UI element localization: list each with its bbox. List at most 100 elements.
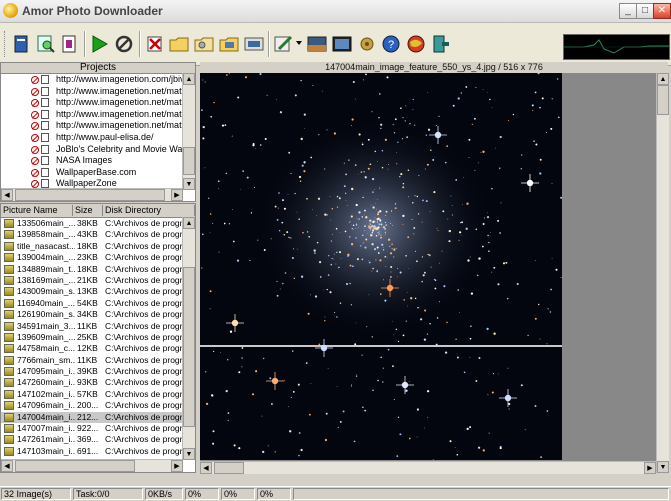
table-row[interactable]: 147261main_i... 369... C:\Archivos de prog… (1, 434, 195, 445)
cell-size: 54KB (77, 297, 98, 308)
table-row[interactable]: 7766main_sm... 11KB C:\Archivos de progr..… (1, 355, 195, 366)
cell-size: 39KB (77, 366, 98, 377)
globe-icon[interactable] (405, 33, 427, 55)
scroll-right-icon[interactable]: ▶ (644, 462, 656, 474)
scroll-thumb[interactable] (15, 189, 165, 201)
table-row[interactable]: 139609main_... 25KB C:\Archivos de progr..… (1, 332, 195, 343)
title-bar: Amor Photo Downloader _ □ ✕ (0, 0, 671, 23)
table-row[interactable]: 147102main_i... 57KB C:\Archivos de progr.… (1, 389, 195, 400)
maximize-button[interactable]: □ (636, 3, 654, 19)
scroll-thumb[interactable] (15, 460, 135, 472)
project-item[interactable]: http://www.imagenetion.com/jbivision (1, 74, 195, 86)
page-icon (41, 121, 49, 131)
scroll-thumb[interactable] (183, 147, 195, 175)
table-row[interactable]: 34591main_3... 11KB C:\Archivos de progr..… (1, 321, 195, 332)
cell-picture-name: 147095main_i... (17, 366, 75, 377)
close-button[interactable]: ✕ (653, 3, 671, 19)
page-icon (41, 167, 49, 177)
folder-key-icon[interactable] (193, 33, 215, 55)
column-size[interactable]: Size (73, 205, 103, 216)
column-picture-name[interactable]: Picture Name (1, 205, 73, 216)
project-item[interactable]: http://www.paul-elisa.de/ (1, 132, 195, 144)
projects-vscroll[interactable]: ▲ ▼ (182, 73, 195, 190)
gallery-icon[interactable] (331, 33, 353, 55)
search-icon[interactable] (35, 33, 57, 55)
table-row[interactable]: 126190main_s... 34KB C:\Archivos de progr.… (1, 309, 195, 320)
table-row[interactable]: 134889main_t... 18KB C:\Archivos de progr.… (1, 264, 195, 275)
scroll-up-icon[interactable]: ▲ (657, 73, 669, 85)
table-row[interactable]: 147095main_i... 39KB C:\Archivos de progr.… (1, 366, 195, 377)
table-row[interactable]: 139858main_... 43KB C:\Archivos de progr..… (1, 229, 195, 240)
image-vscroll[interactable]: ▲ ▼ (656, 73, 669, 473)
edit-icon[interactable] (272, 33, 294, 55)
scroll-up-icon[interactable]: ▲ (183, 217, 195, 229)
stop-icon (31, 157, 39, 166)
project-label: http://www.paul-elisa.de/ (56, 131, 154, 142)
scroll-right-icon[interactable]: ▶ (171, 189, 183, 201)
book-icon[interactable] (10, 33, 32, 55)
cell-size: 200... (77, 400, 99, 411)
scroll-thumb[interactable] (657, 85, 669, 115)
table-row[interactable]: 147260main_i... 93KB C:\Archivos de progr.… (1, 377, 195, 388)
project-label: JoBlo's Celebrity and Movie Wallpaper (56, 143, 195, 154)
delete-icon[interactable] (144, 33, 166, 55)
scroll-down-icon[interactable]: ▼ (183, 178, 195, 190)
project-label: http://www.imagenetion.net/matrix/bv (56, 85, 195, 96)
picture-list-vscroll[interactable]: ▲ ▼ (182, 217, 195, 460)
table-row[interactable]: 133506main_... 38KB C:\Archivos de progr..… (1, 218, 195, 229)
picture-list-hscroll[interactable]: ◀ ▶ (1, 459, 183, 472)
scroll-thumb[interactable] (183, 267, 195, 427)
cell-disk-directory: C:\Archivos de progr... (105, 320, 185, 331)
projects-hscroll[interactable]: ◀ ▶ (1, 188, 183, 201)
scroll-down-icon[interactable]: ▼ (183, 448, 195, 460)
image-hscroll[interactable]: ◀ ▶ (200, 461, 656, 474)
image-file-icon (4, 355, 14, 365)
dropdown-icon[interactable] (296, 41, 302, 45)
table-row[interactable]: 147007main_i... 922... C:\Archivos de prog… (1, 423, 195, 434)
project-item[interactable]: http://www.imagenetion.net/matrix/jbl (1, 97, 195, 109)
stop-icon (31, 87, 39, 96)
cell-size: 93KB (77, 377, 98, 388)
cell-size: 12KB (77, 343, 98, 354)
settings-icon[interactable] (356, 33, 378, 55)
stop-icon[interactable] (113, 33, 135, 55)
image-icon[interactable] (306, 33, 328, 55)
table-row[interactable]: 147103main_i... 691... C:\Archivos de prog… (1, 446, 195, 457)
scroll-left-icon[interactable]: ◀ (200, 462, 212, 474)
table-row[interactable]: 138169main_... 21KB C:\Archivos de progr..… (1, 275, 195, 286)
table-row[interactable]: 147096main_i... 200... C:\Archivos de prog… (1, 400, 195, 411)
cell-disk-directory: C:\Archivos de progr... (105, 434, 185, 445)
photo-folder-icon[interactable] (218, 33, 240, 55)
table-row[interactable]: 139004main_... 23KB C:\Archivos de progr..… (1, 252, 195, 263)
column-disk-directory[interactable]: Disk Directory (103, 205, 195, 216)
scroll-left-icon[interactable]: ◀ (1, 189, 13, 201)
cell-picture-name: 147103main_i... (17, 445, 75, 456)
table-row[interactable]: 147004main_i... 212... C:\Archivos de prog… (1, 411, 195, 424)
table-row[interactable]: title_nasacast... 18KB C:\Archivos de prog… (1, 241, 195, 252)
play-icon[interactable] (88, 33, 110, 55)
scroll-right-icon[interactable]: ▶ (171, 460, 183, 472)
project-item[interactable]: NASA Images (1, 155, 195, 167)
scroll-down-icon[interactable]: ▼ (657, 461, 669, 473)
folder-icon[interactable] (168, 33, 190, 55)
document-icon[interactable] (58, 33, 80, 55)
project-item[interactable]: http://www.imagenetion.net/matrix/jbl (1, 120, 195, 132)
help-icon[interactable]: ? (380, 33, 402, 55)
minimize-button[interactable]: _ (619, 3, 637, 19)
cell-size: 18KB (77, 240, 98, 251)
exit-icon[interactable] (430, 33, 452, 55)
project-item[interactable]: WallpaperBase.com (1, 167, 195, 179)
project-item[interactable]: JoBlo's Celebrity and Movie Wallpaper (1, 144, 195, 156)
image-file-icon (4, 310, 14, 320)
scroll-thumb[interactable] (214, 462, 244, 474)
table-row[interactable]: 44758main_c... 12KB C:\Archivos de progr..… (1, 343, 195, 354)
slideshow-icon[interactable] (243, 33, 265, 55)
scroll-up-icon[interactable]: ▲ (183, 73, 195, 85)
cell-size: 369... (77, 434, 99, 445)
image-file-icon (4, 264, 14, 274)
project-item[interactable]: http://www.imagenetion.net/matrix/jbl (1, 109, 195, 121)
table-row[interactable]: 116940main_... 54KB C:\Archivos de progr..… (1, 298, 195, 309)
scroll-left-icon[interactable]: ◀ (1, 460, 13, 472)
project-item[interactable]: http://www.imagenetion.net/matrix/bv (1, 86, 195, 98)
table-row[interactable]: 143009main_s... 13KB C:\Archivos de progr.… (1, 286, 195, 297)
